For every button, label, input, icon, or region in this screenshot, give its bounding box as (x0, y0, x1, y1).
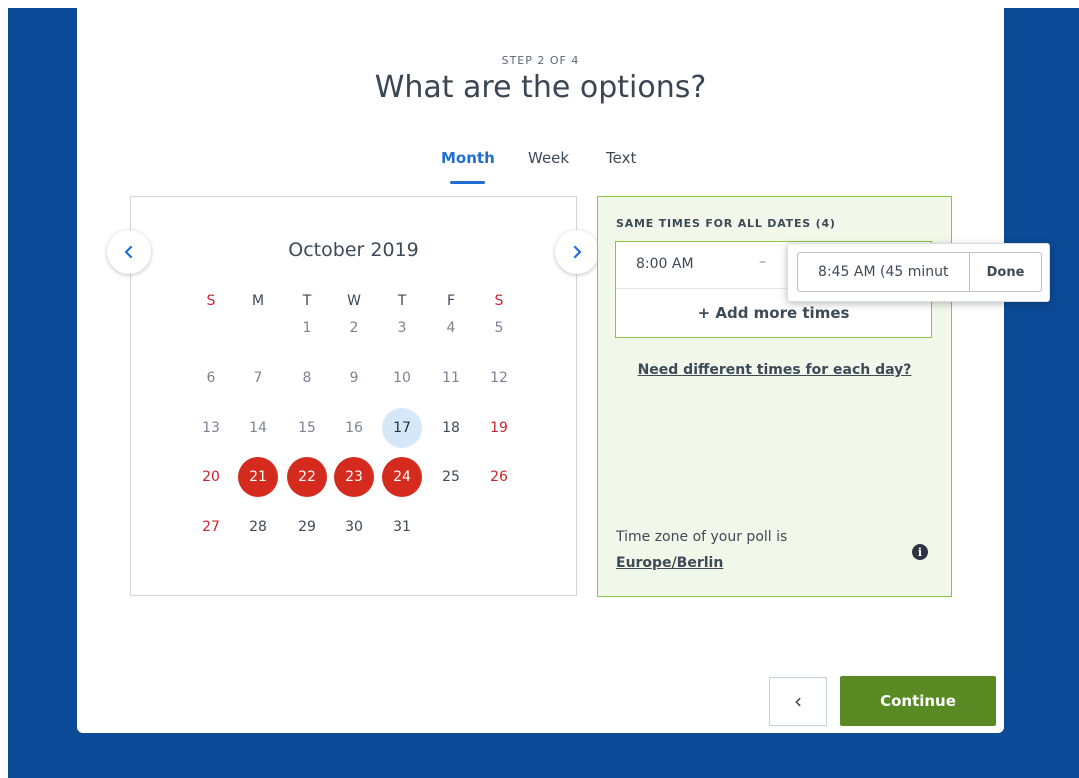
calendar-day[interactable]: 8 (287, 358, 327, 398)
tab-text[interactable]: Text (606, 149, 636, 167)
calendar-day[interactable]: 6 (191, 358, 231, 398)
continue-button[interactable]: Continue (840, 676, 996, 726)
calendar-day[interactable]: 7 (238, 358, 278, 398)
calendar-day[interactable]: 29 (287, 507, 327, 547)
calendar-day[interactable]: 25 (431, 457, 471, 497)
calendar-day[interactable]: 5 (479, 308, 519, 348)
calendar-day[interactable]: 9 (334, 358, 374, 398)
weekday-header: F (446, 293, 456, 309)
calendar-day[interactable]: 26 (479, 457, 519, 497)
times-panel-heading: SAME TIMES FOR ALL DATES (4) (616, 217, 836, 230)
calendar-day[interactable]: 15 (287, 408, 327, 448)
weekday-header: T (302, 293, 312, 309)
calendar-day[interactable]: 30 (334, 507, 374, 547)
weekday-header: M (251, 293, 265, 309)
calendar-day[interactable]: 23 (334, 457, 374, 497)
calendar-day[interactable]: 19 (479, 408, 519, 448)
calendar-day[interactable]: 13 (191, 408, 231, 448)
time-range-dash: – (759, 254, 766, 270)
timezone-link[interactable]: Europe/Berlin (616, 555, 723, 571)
calendar-day[interactable]: 10 (382, 358, 422, 398)
start-time-field[interactable]: 8:00 AM (636, 256, 694, 272)
calendar-day[interactable]: 18 (431, 408, 471, 448)
chevron-left-icon (124, 245, 133, 259)
page-title: What are the options? (374, 70, 707, 105)
end-time-popover: Done (787, 243, 1050, 302)
calendar-day[interactable]: 12 (479, 358, 519, 398)
calendar-day[interactable]: 14 (238, 408, 278, 448)
active-tab-indicator (450, 181, 485, 184)
end-time-input[interactable] (797, 252, 969, 292)
calendar-day[interactable]: 2 (334, 308, 374, 348)
step-indicator: STEP 2 OF 4 (501, 54, 580, 67)
calendar-day[interactable]: 22 (287, 457, 327, 497)
weekday-header: W (347, 293, 361, 309)
info-icon[interactable]: i (912, 544, 928, 560)
calendar-day[interactable]: 4 (431, 308, 471, 348)
calendar-day[interactable]: 24 (382, 457, 422, 497)
calendar-month-label: October 2019 (288, 239, 419, 261)
calendar-day[interactable]: 20 (191, 457, 231, 497)
tab-week[interactable]: Week (528, 149, 569, 167)
done-button[interactable]: Done (969, 252, 1042, 292)
back-button[interactable] (769, 677, 827, 726)
calendar-day[interactable]: 16 (334, 408, 374, 448)
calendar-day[interactable]: 31 (382, 507, 422, 547)
calendar-day[interactable]: 21 (238, 457, 278, 497)
weekday-header: T (397, 293, 407, 309)
chevron-right-icon (573, 245, 582, 259)
tab-month[interactable]: Month (441, 149, 495, 167)
weekday-header: S (494, 293, 504, 309)
prev-month-button[interactable] (107, 230, 151, 274)
calendar-day[interactable]: 1 (287, 308, 327, 348)
weekday-header: S (206, 293, 216, 309)
wizard-card: STEP 2 OF 4 What are the options? Month … (77, 8, 1050, 733)
calendar-day[interactable]: 3 (382, 308, 422, 348)
calendar-day[interactable]: 11 (431, 358, 471, 398)
add-more-times-button[interactable]: + Add more times (616, 304, 931, 322)
calendar-day[interactable]: 17 (382, 408, 422, 448)
calendar-day[interactable]: 27 (191, 507, 231, 547)
next-month-button[interactable] (555, 230, 599, 274)
timezone-label: Time zone of your poll is (616, 529, 788, 545)
chevron-left-icon (795, 697, 801, 706)
calendar: October 2019 S M T W T F S 1 2 3 4 5 6 7 8 9 10 11 12 13 14 1… (130, 196, 577, 596)
view-tabs: Month Week Text (77, 149, 1004, 189)
calendar-day[interactable]: 28 (238, 507, 278, 547)
different-times-link[interactable]: Need different times for each day? (598, 362, 951, 378)
